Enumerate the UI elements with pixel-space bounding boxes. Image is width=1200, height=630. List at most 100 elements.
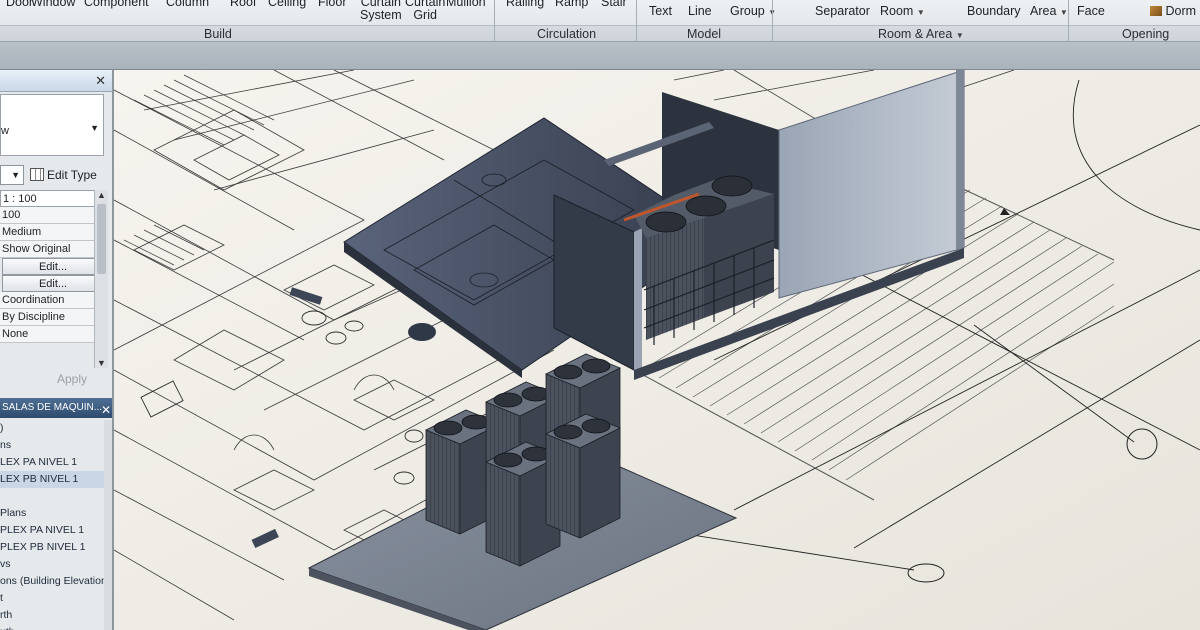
group-label-room-area[interactable]: Room & Area ▼ <box>878 27 964 41</box>
chevron-down-icon: ▼ <box>955 31 964 40</box>
room-area-label: Room & Area <box>878 27 953 41</box>
browser-item[interactable]: PLEX PB NIVEL 1 <box>0 539 112 556</box>
floor-drain <box>408 323 436 341</box>
column-button[interactable]: Column <box>166 0 209 9</box>
component-button[interactable]: Component <box>84 0 149 9</box>
property-value[interactable]: Coordination <box>0 292 104 309</box>
condenser-part <box>553 424 583 440</box>
front-wall-edge <box>634 228 642 370</box>
edit-type-label: Edit Type <box>47 168 97 182</box>
project-browser-header: SALAS DE MAQUIN... ✕ <box>0 398 112 418</box>
property-value[interactable]: By Discipline <box>0 309 104 326</box>
property-value[interactable]: None <box>0 326 104 343</box>
property-value[interactable]: Show Original <box>0 241 104 258</box>
model-text-button[interactable]: Text <box>649 5 672 18</box>
properties-scrollbar[interactable]: ▲ ▼ <box>94 190 108 368</box>
ribbon-separator <box>494 0 495 41</box>
browser-item[interactable]: rth <box>0 607 112 624</box>
property-value[interactable]: 1 : 100 <box>0 190 104 207</box>
properties-table: 1 : 100 100 Medium Show Original Edit... Edit… <box>0 190 104 343</box>
instance-filter-dropdown[interactable]: ▼ <box>0 165 24 185</box>
browser-item[interactable]: ns <box>0 437 112 454</box>
area-button[interactable]: Area ▼ <box>1030 5 1068 19</box>
property-value[interactable]: Medium <box>0 224 104 241</box>
model-group-button[interactable]: Group ▼ <box>730 5 776 19</box>
browser-item[interactable]: Plans <box>0 505 112 522</box>
scroll-down-icon[interactable]: ▼ <box>97 358 106 368</box>
condenser-part <box>581 418 611 434</box>
opening-face-button[interactable]: Face <box>1077 5 1105 18</box>
edit-type-button[interactable]: Edit Type <box>30 165 108 185</box>
door-button[interactable]: Door <box>6 0 33 9</box>
window-button[interactable]: Window <box>31 0 75 9</box>
chevron-down-icon: ▼ <box>90 123 99 133</box>
curtain-system-button[interactable]: Curtain System <box>360 0 402 22</box>
floor-button[interactable]: Floor <box>318 0 346 9</box>
ribbon-separator <box>772 0 773 41</box>
type-selector[interactable]: w ▼ <box>0 94 104 156</box>
condenser-part <box>581 358 611 374</box>
browser-item[interactable]: PLEX PA NIVEL 1 <box>0 522 112 539</box>
condenser-part <box>425 429 461 535</box>
property-edit-button[interactable]: Edit... <box>2 275 102 292</box>
ribbon-lower-strip <box>0 42 1200 70</box>
browser-item[interactable]: ) <box>0 420 112 437</box>
stair-button[interactable]: Stair <box>601 0 627 9</box>
browser-item[interactable]: uth <box>0 624 112 630</box>
group-label-model: Model <box>687 27 722 41</box>
model-view-svg[interactable] <box>114 70 1200 630</box>
project-browser-title: SALAS DE MAQUIN... <box>2 402 103 413</box>
condenser-part <box>485 461 521 567</box>
curtain-grid-button[interactable]: Curtain Grid <box>405 0 445 22</box>
instance-filter-row: ▼ Edit Type <box>0 165 112 187</box>
room-separator-button[interactable]: Separator <box>815 5 870 18</box>
model-line-button[interactable]: Line <box>688 5 712 18</box>
edit-type-icon <box>30 168 44 181</box>
side-wall-edge <box>956 70 964 250</box>
mullion-button[interactable]: Mullion <box>446 0 486 9</box>
type-selector-value: w <box>1 125 9 137</box>
condenser-part <box>493 392 523 408</box>
room-button[interactable]: Room ▼ <box>880 5 925 19</box>
condenser-part <box>433 420 463 436</box>
browser-scrollbar[interactable] <box>104 420 112 630</box>
close-icon[interactable]: ✕ <box>101 400 111 418</box>
properties-header: ✕ <box>0 70 112 92</box>
properties-panel: ✕ w ▼ ▼ Edit Type 1 : 100 100 Medium Show O… <box>0 70 114 630</box>
ribbon-group-bar <box>0 25 1200 41</box>
project-browser-tree: ) ns LEX PA NIVEL 1 LEX PB NIVEL 1 Plans PLEX… <box>0 420 112 630</box>
ceiling-button[interactable]: Ceiling <box>268 0 306 9</box>
condenser-part <box>545 433 581 539</box>
ribbon-separator <box>636 0 637 41</box>
chevron-down-icon: ▼ <box>1059 8 1068 17</box>
property-edit-button[interactable]: Edit... <box>2 258 102 275</box>
group-label-circulation: Circulation <box>537 27 597 41</box>
browser-item[interactable]: ons (Building Elevation <box>0 573 112 590</box>
scroll-up-icon[interactable]: ▲ <box>97 190 106 200</box>
browser-item[interactable]: vs <box>0 556 112 573</box>
close-icon[interactable]: ✕ <box>95 73 106 89</box>
browser-item[interactable] <box>0 488 112 505</box>
condenser-part <box>553 364 583 380</box>
apply-button[interactable]: Apply <box>40 370 104 388</box>
dormer-button[interactable]: Dorm <box>1150 5 1196 18</box>
curtain-system-line2: System <box>360 8 402 22</box>
ramp-button[interactable]: Ramp <box>555 0 588 9</box>
room-label: Room <box>880 4 914 18</box>
3d-viewport[interactable] <box>114 70 1200 630</box>
chevron-down-icon: ▼ <box>916 8 925 17</box>
group-label-opening: Opening <box>1122 27 1170 41</box>
ribbon: Door Window Component Column Roof Ceiling Floo… <box>0 0 1200 42</box>
ribbon-separator <box>1068 0 1069 41</box>
property-value[interactable]: 100 <box>0 207 104 224</box>
railing-button[interactable]: Railing <box>506 0 544 9</box>
browser-item[interactable]: LEX PA NIVEL 1 <box>0 454 112 471</box>
scrollbar-thumb[interactable] <box>97 204 106 274</box>
roof-button[interactable]: Roof <box>230 0 256 9</box>
browser-item[interactable]: t <box>0 590 112 607</box>
area-boundary-button[interactable]: Boundary <box>967 5 1021 18</box>
browser-item[interactable]: LEX PB NIVEL 1 <box>0 471 112 488</box>
group-label-build: Build <box>204 27 232 41</box>
model-group-label: Group <box>730 4 765 18</box>
curtain-grid-line2: Grid <box>413 8 437 22</box>
